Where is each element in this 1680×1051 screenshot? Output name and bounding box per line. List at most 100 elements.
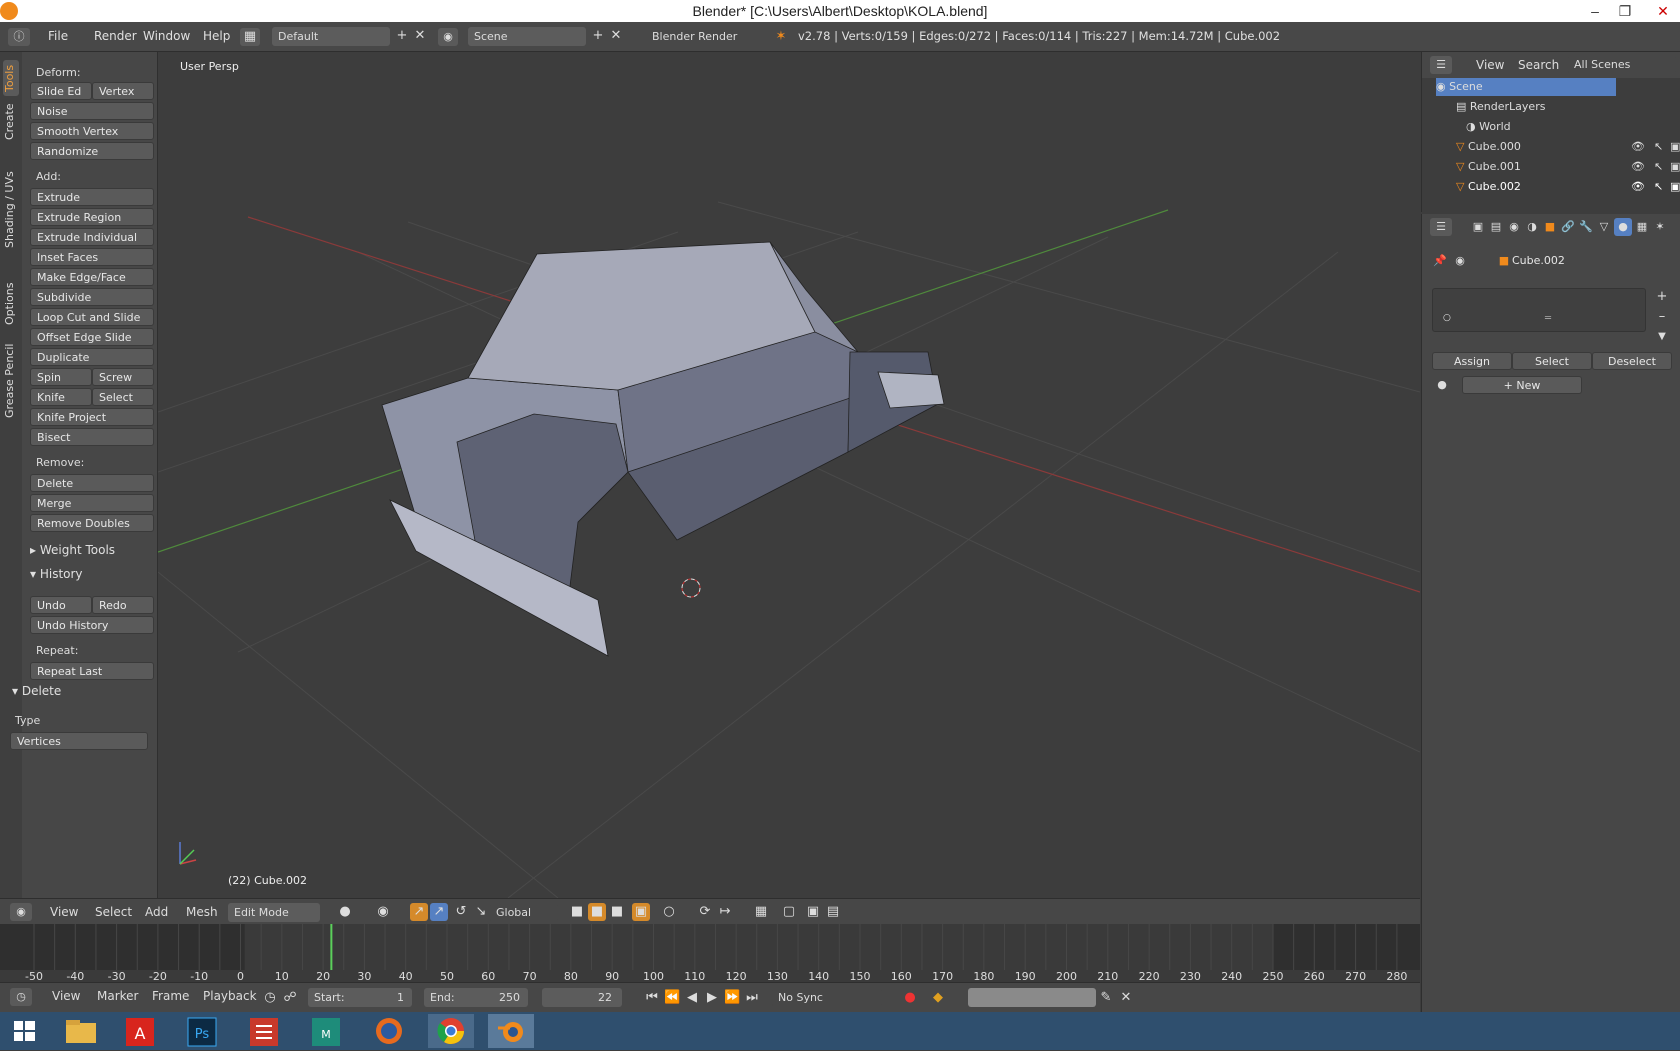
blender-taskbar-icon[interactable] <box>488 1014 534 1048</box>
edge-select-icon[interactable]: ■ <box>588 903 606 921</box>
particles-tab-icon[interactable]: ✶ <box>1652 218 1668 236</box>
render-camera-icon[interactable]: ▣ <box>1670 138 1680 156</box>
3d-viewport[interactable]: User Persp (22) Cube.002 <box>158 52 1420 898</box>
merge-button[interactable]: Merge <box>30 494 154 512</box>
rotate-icon[interactable]: ↺ <box>452 903 470 921</box>
inset-faces-button[interactable]: Inset Faces <box>30 248 154 266</box>
render-engine-select[interactable]: Blender Render <box>646 27 754 46</box>
tab-tools[interactable]: Tools <box>3 60 19 96</box>
modifiers-tab-icon[interactable]: 🔧 <box>1578 218 1594 236</box>
film-icon[interactable]: ▤ <box>824 903 842 921</box>
constraints-tab-icon[interactable]: 🔗 <box>1560 218 1576 236</box>
properties-editor-icon[interactable]: ☰ <box>1430 218 1452 236</box>
sync-select[interactable]: No Sync <box>772 988 882 1007</box>
manipulator-icon[interactable]: ↗ <box>410 903 428 921</box>
texture-tab-icon[interactable]: ▦ <box>1634 218 1650 236</box>
material-browse-icon[interactable]: ● <box>1434 376 1450 394</box>
object-tab-icon[interactable]: ■ <box>1542 218 1558 236</box>
jump-start-icon[interactable]: ⏮ <box>644 989 660 1007</box>
firefox-icon[interactable] <box>366 1014 412 1048</box>
outliner-item-scene[interactable]: ◉ Scene <box>1436 78 1616 96</box>
close-icon[interactable]: ✕ <box>1648 0 1678 22</box>
history-panel[interactable]: ▾ History <box>30 567 83 581</box>
restore-icon[interactable]: ❐ <box>1610 0 1640 22</box>
mode-select[interactable]: Edit Mode <box>228 903 320 922</box>
preview-range-icon[interactable]: ◷ <box>262 989 278 1007</box>
add-layout-icon[interactable]: + <box>394 27 410 45</box>
render-camera-icon[interactable]: ▣ <box>1670 158 1680 176</box>
repeat-last-button[interactable]: Repeat Last <box>30 662 154 680</box>
jump-keyframe-back-icon[interactable]: ⏪ <box>664 989 680 1007</box>
viewport-menu-select[interactable]: Select <box>95 905 132 919</box>
material-slots-list[interactable]: ○ ═ <box>1432 288 1646 332</box>
make-edge-face-button[interactable]: Make Edge/Face <box>30 268 154 286</box>
snap-icon[interactable]: ▦ <box>752 903 770 921</box>
redo-button[interactable]: Redo <box>92 596 154 614</box>
insert-keyframe-icon[interactable]: ✎ <box>1098 989 1114 1007</box>
bisect-button[interactable]: Bisect <box>30 428 154 446</box>
assign-button[interactable]: Assign <box>1432 352 1512 370</box>
keying-set-field[interactable] <box>968 988 1096 1007</box>
knife-project-button[interactable]: Knife Project <box>30 408 154 426</box>
tab-grease-pencil[interactable]: Grease Pencil <box>3 336 19 426</box>
face-select-icon[interactable]: ■ <box>608 903 626 921</box>
list-resize-handle[interactable]: ═ <box>1545 313 1551 324</box>
play-reverse-icon[interactable]: ◀ <box>684 989 700 1007</box>
selectability-arrow-icon[interactable]: ↖ <box>1654 138 1663 156</box>
duplicate-button[interactable]: Duplicate <box>30 348 154 366</box>
viewport-menu-view[interactable]: View <box>50 905 78 919</box>
material-tab-icon[interactable]: ● <box>1614 218 1632 236</box>
timeline-menu-frame[interactable]: Frame <box>152 989 189 1003</box>
remove-slot-icon[interactable]: – <box>1654 308 1670 326</box>
remove-scene-icon[interactable]: ✕ <box>608 27 624 45</box>
delete-keyframe-icon[interactable]: ✕ <box>1118 989 1134 1007</box>
scene-tab-icon[interactable]: ◉ <box>1506 218 1522 236</box>
photoshop-icon[interactable]: Ps <box>180 1014 226 1048</box>
extrude-button[interactable]: Extrude <box>30 188 154 206</box>
sketchup-icon[interactable] <box>242 1014 288 1048</box>
noise-button[interactable]: Noise <box>30 102 154 120</box>
new-material-button[interactable]: + New <box>1462 376 1582 394</box>
loop-cut-button[interactable]: Loop Cut and Slide <box>30 308 154 326</box>
proportional-edit-icon[interactable]: ○ <box>660 903 678 921</box>
slide-edge-button[interactable]: Slide Ed <box>30 82 92 100</box>
menu-window[interactable]: Window <box>143 29 190 43</box>
timeline-canvas[interactable]: -50 -40 -30 -20 -10 0 10 20 30 40 50 60 70 80 90 100 110… <box>0 924 1420 982</box>
menu-help[interactable]: Help <box>203 29 230 43</box>
vertex-select-icon[interactable]: ■ <box>568 903 586 921</box>
outliner-item-cube002[interactable]: ▽ Cube.002 👁 ↖ ▣ <box>1456 178 1680 196</box>
3d-cursor-icon[interactable] <box>681 578 701 598</box>
scene-icon[interactable]: ◉ <box>438 28 458 46</box>
undo-history-button[interactable]: Undo History <box>30 616 154 634</box>
offset-edge-slide-button[interactable]: Offset Edge Slide <box>30 328 154 346</box>
weight-tools-panel[interactable]: ▸ Weight Tools <box>30 543 115 557</box>
screw-button[interactable]: Screw <box>92 368 154 386</box>
outliner-item-cube000[interactable]: ▽ Cube.000 👁 ↖ ▣ <box>1456 138 1680 156</box>
acrobat-icon[interactable]: A <box>118 1014 164 1048</box>
extrude-region-button[interactable]: Extrude Region <box>30 208 154 226</box>
select-button[interactable]: Select <box>1512 352 1592 370</box>
visibility-eye-icon[interactable]: 👁 <box>1631 178 1645 196</box>
layout-field[interactable]: Default <box>272 27 390 46</box>
data-tab-icon[interactable]: ▽ <box>1596 218 1612 236</box>
timeline-editor-icon[interactable]: ◷ <box>10 988 32 1006</box>
viewport-menu-add[interactable]: Add <box>145 905 168 919</box>
world-tab-icon[interactable]: ◑ <box>1524 218 1540 236</box>
pivot-point-icon[interactable]: ◉ <box>372 903 394 921</box>
current-frame-field[interactable]: 22 <box>542 988 622 1007</box>
slot-menu-icon[interactable]: ▼ <box>1654 328 1670 346</box>
chrome-icon[interactable] <box>428 1014 474 1048</box>
camera-icon[interactable]: ▣ <box>804 903 822 921</box>
spin-button[interactable]: Spin <box>30 368 92 386</box>
timeline-menu-playback[interactable]: Playback <box>203 989 257 1003</box>
menu-file[interactable]: File <box>48 29 68 43</box>
tab-options[interactable]: Options <box>3 276 19 332</box>
keyframe-icon[interactable]: ◆ <box>930 989 946 1007</box>
add-scene-icon[interactable]: + <box>590 27 606 45</box>
knife-select-button[interactable]: Select <box>92 388 154 406</box>
undo-button[interactable]: Undo <box>30 596 92 614</box>
scale-icon[interactable]: ↘ <box>472 903 490 921</box>
delete-type-select[interactable]: Vertices <box>10 732 148 750</box>
limit-selection-icon[interactable]: ▣ <box>632 903 650 921</box>
file-explorer-icon[interactable] <box>58 1014 104 1048</box>
